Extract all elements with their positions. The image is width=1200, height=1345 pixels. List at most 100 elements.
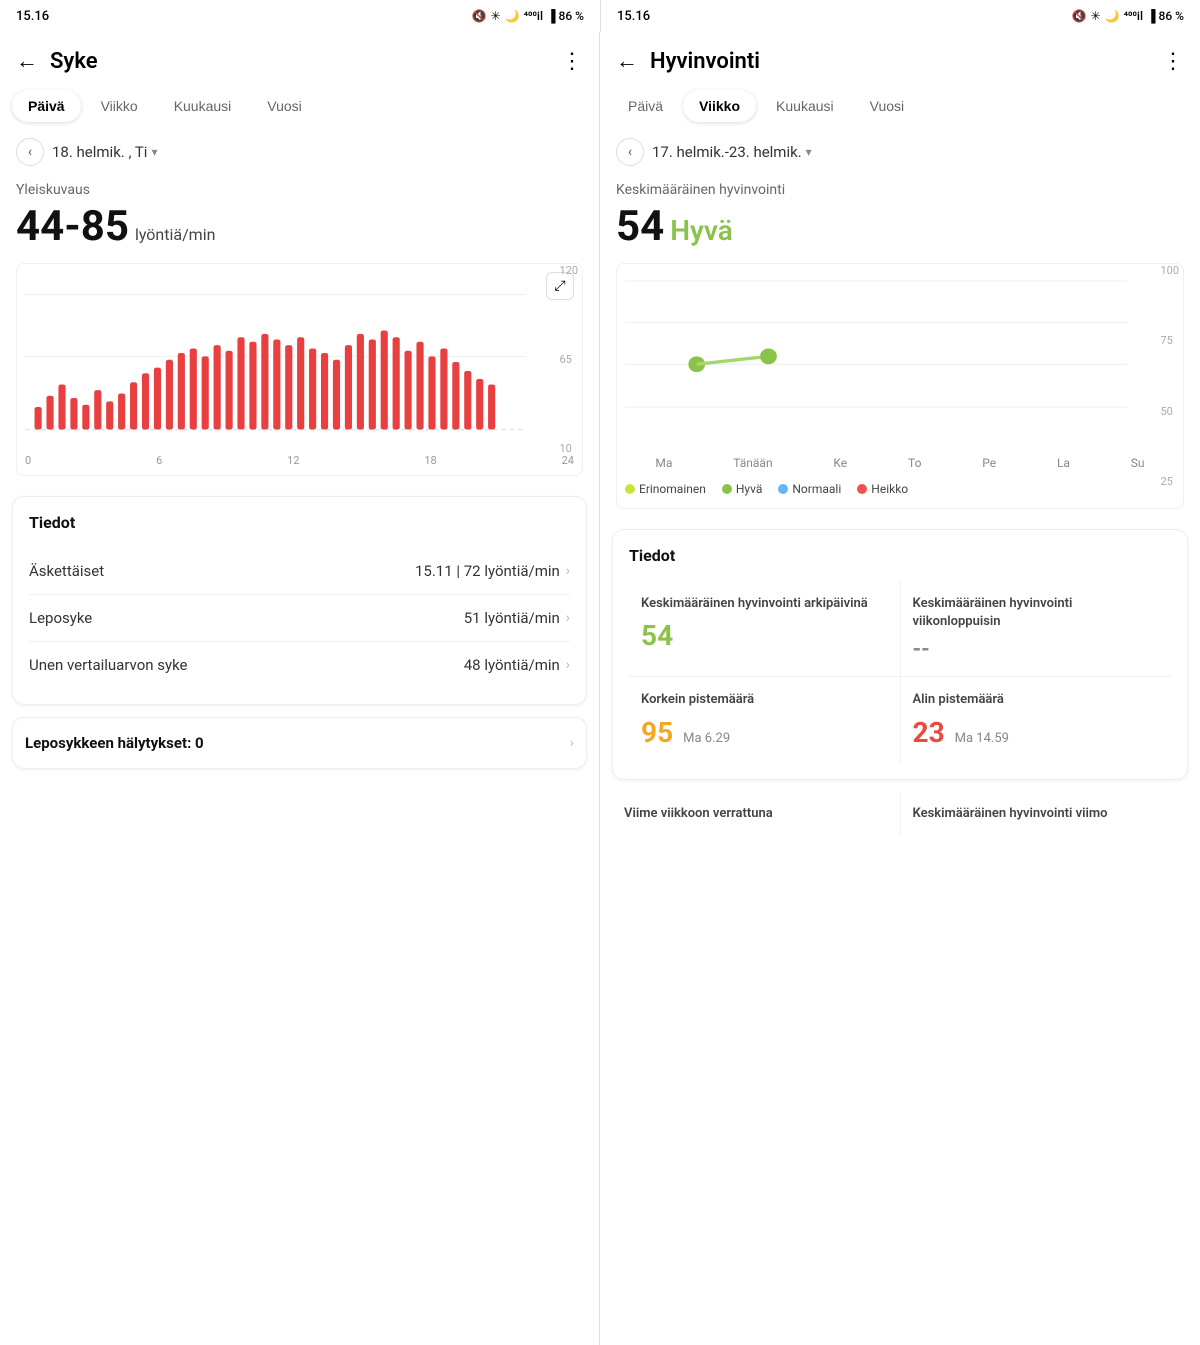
syke-info-label-1: Leposyke	[29, 609, 92, 627]
day-tanaan: Tänään	[733, 456, 772, 470]
hyvinvointi-tab-vuosi[interactable]: Vuosi	[854, 90, 921, 122]
syke-info-row-0[interactable]: Äskettäiset 15.11 | 72 lyöntiä/min ›	[29, 548, 570, 595]
syke-date: 18. helmik. , Ti ▾	[52, 143, 158, 161]
hyvinvointi-tab-viikko[interactable]: Viikko	[683, 90, 756, 122]
right-status-icons: 🔇 ✳ 🌙 ⁴⁰⁰il ▐ 86 %	[1072, 9, 1184, 23]
hyvinvointi-info-card: Tiedot Keskimääräinen hyvinvointi arkipä…	[612, 529, 1188, 780]
day-pe: Pe	[982, 456, 996, 470]
syke-header: ← Syke ⋮	[0, 32, 599, 82]
syke-tab-kuukausi[interactable]: Kuukausi	[158, 90, 248, 122]
syke-menu-button[interactable]: ⋮	[561, 49, 583, 74]
syke-chart-container: ⤢	[16, 263, 583, 476]
hyvinvointi-date: 17. helmik.-23. helmik. ▾	[652, 143, 812, 161]
syke-chart	[25, 272, 574, 452]
wellness-cell-3: Alin pistemäärä 23 Ma 14.59	[901, 677, 1172, 762]
syke-screen: ← Syke ⋮ Päivä Viikko Kuukausi Vuosi ‹ 1…	[0, 32, 600, 1345]
right-time: 15.16	[617, 9, 650, 24]
wellness-value-3: 23	[913, 716, 945, 749]
wellness-value-2: 95	[641, 716, 673, 749]
legend-normaali: Normaali	[778, 482, 841, 496]
syke-back-button[interactable]: ←	[16, 48, 38, 74]
syke-row2-chevron: ›	[566, 657, 570, 673]
syke-date-prev[interactable]: ‹	[16, 138, 44, 166]
wellness-sub-3: Ma 14.59	[955, 731, 1009, 746]
hyvinvointi-overview-label: Keskimääräinen hyvinvointi	[616, 182, 1184, 198]
hyvinvointi-info-title: Tiedot	[629, 546, 1171, 565]
hyvinvointi-title: Hyvinvointi	[650, 49, 1150, 74]
legend-dot-heikko	[857, 484, 867, 494]
hyvinvointi-tab-kuukausi[interactable]: Kuukausi	[760, 90, 850, 122]
syke-info-value-2: 48 lyöntiä/min ›	[464, 656, 570, 674]
syke-info-value-0: 15.11 | 72 lyöntiä/min ›	[415, 562, 570, 580]
hyvinvointi-back-button[interactable]: ←	[616, 48, 638, 74]
hyvinvointi-overview-value: 54 Hyvä	[616, 202, 1184, 251]
hyvinvointi-chart-y-labels: 100 75 50 25	[1160, 264, 1179, 488]
legend-heikko: Heikko	[857, 482, 908, 496]
r-moon-icon: 🌙	[1105, 9, 1120, 23]
legend-dot-erinomainen	[625, 484, 635, 494]
day-su: Su	[1131, 456, 1145, 470]
bt-icon: ✳	[491, 9, 501, 23]
syke-overview-label: Yleiskuvaus	[16, 182, 583, 198]
bottom-label-0: Viime viikkoon verrattuna	[624, 806, 888, 821]
wellness-label-3: Alin pistemäärä	[913, 691, 1160, 709]
hyvinvointi-overview: Keskimääräinen hyvinvointi 54 Hyvä	[600, 174, 1200, 255]
syke-info-value-1: 51 lyöntiä/min ›	[464, 609, 570, 627]
bottom-cell-1: Keskimääräinen hyvinvointi viimo	[901, 792, 1189, 835]
wellness-cell-2: Korkein pistemäärä 95 Ma 6.29	[629, 677, 900, 762]
r-bt-icon: ✳	[1091, 9, 1101, 23]
day-ke: Ke	[833, 456, 847, 470]
hyvinvointi-grid: Keskimääräinen hyvinvointi arkipäivinä 5…	[629, 581, 1171, 763]
syke-tab-paiva[interactable]: Päivä	[12, 90, 81, 122]
hyvinvointi-date-nav: ‹ 17. helmik.-23. helmik. ▾	[600, 130, 1200, 174]
syke-info-title: Tiedot	[29, 513, 570, 532]
hyvinvointi-tab-paiva[interactable]: Päivä	[612, 90, 679, 122]
day-ma: Ma	[655, 456, 672, 470]
syke-row0-chevron: ›	[566, 563, 570, 579]
wellness-cell-0: Keskimääräinen hyvinvointi arkipäivinä 5…	[629, 581, 900, 676]
syke-date-dropdown[interactable]: ▾	[151, 145, 157, 159]
syke-tab-viikko[interactable]: Viikko	[85, 90, 154, 122]
r-bluetooth-icon: 🔇	[1072, 9, 1087, 23]
r-signal-icon: ⁴⁰⁰il	[1124, 9, 1143, 23]
syke-info-label-2: Unen vertailuarvon syke	[29, 656, 188, 674]
wellness-value-0: 54	[641, 619, 888, 652]
legend-erinomainen: Erinomainen	[625, 482, 706, 496]
hyvinvointi-menu-button[interactable]: ⋮	[1162, 49, 1184, 74]
wellness-sub-2: Ma 6.29	[683, 731, 730, 746]
syke-alert-chevron: ›	[570, 735, 574, 751]
left-status-bar: 15.16 🔇 ✳ 🌙 ⁴⁰⁰il ▐ 86 %	[0, 0, 600, 32]
syke-overview: Yleiskuvaus 44-85 lyöntiä/min	[0, 174, 599, 255]
hyvinvointi-day-labels: Ma Tänään Ke To Pe La Su	[625, 452, 1175, 474]
legend-dot-normaali	[778, 484, 788, 494]
syke-chart-y-labels: 120 65 10	[559, 264, 578, 455]
wellness-label-2: Korkein pistemäärä	[641, 691, 888, 709]
syke-tab-vuosi[interactable]: Vuosi	[251, 90, 318, 122]
syke-overview-value: 44-85 lyöntiä/min	[16, 202, 583, 251]
hyvinvointi-screen: ← Hyvinvointi ⋮ Päivä Viikko Kuukausi Vu…	[600, 32, 1200, 1345]
hyvinvointi-tabs: Päivä Viikko Kuukausi Vuosi	[600, 82, 1200, 130]
hyvinvointi-chart-container: 100 75 50 25 Ma Tänään Ke To Pe La Su Er…	[616, 263, 1184, 509]
syke-chart-x-labels: 0 6 12 18 24	[25, 452, 574, 467]
syke-alert-row[interactable]: Leposykkeen hälytykset: 0 ›	[12, 717, 587, 769]
hyvinvointi-date-dropdown[interactable]: ▾	[806, 145, 812, 159]
syke-tabs: Päivä Viikko Kuukausi Vuosi	[0, 82, 599, 130]
status-bars: 15.16 🔇 ✳ 🌙 ⁴⁰⁰il ▐ 86 % 15.16 🔇 ✳ 🌙 ⁴⁰⁰…	[0, 0, 1200, 32]
left-status-icons: 🔇 ✳ 🌙 ⁴⁰⁰il ▐ 86 %	[472, 9, 584, 23]
hyvinvointi-bottom-grid: Viime viikkoon verrattuna Keskimääräinen…	[612, 792, 1188, 835]
hyvinvointi-chart	[625, 272, 1175, 452]
hyvinvointi-date-prev[interactable]: ‹	[616, 138, 644, 166]
bluetooth-icon: 🔇	[472, 9, 487, 23]
hyvinvointi-bottom: Viime viikkoon verrattuna Keskimääräinen…	[600, 792, 1200, 847]
syke-info-row-2[interactable]: Unen vertailuarvon syke 48 lyöntiä/min ›	[29, 642, 570, 688]
legend-hyva: Hyvä	[722, 482, 763, 496]
wellness-label-0: Keskimääräinen hyvinvointi arkipäivinä	[641, 595, 888, 613]
hyvinvointi-legend: Erinomainen Hyvä Normaali Heikko	[625, 474, 1175, 500]
wellness-cell-1: Keskimääräinen hyvinvointi viikonloppuis…	[901, 581, 1172, 676]
signal-icon: ⁴⁰⁰il	[524, 9, 543, 23]
syke-title: Syke	[50, 49, 549, 74]
r-battery-icon: ▐ 86 %	[1147, 9, 1184, 23]
syke-info-label-0: Äskettäiset	[29, 562, 104, 580]
syke-info-row-1[interactable]: Leposyke 51 lyöntiä/min ›	[29, 595, 570, 642]
day-to: To	[908, 456, 921, 470]
